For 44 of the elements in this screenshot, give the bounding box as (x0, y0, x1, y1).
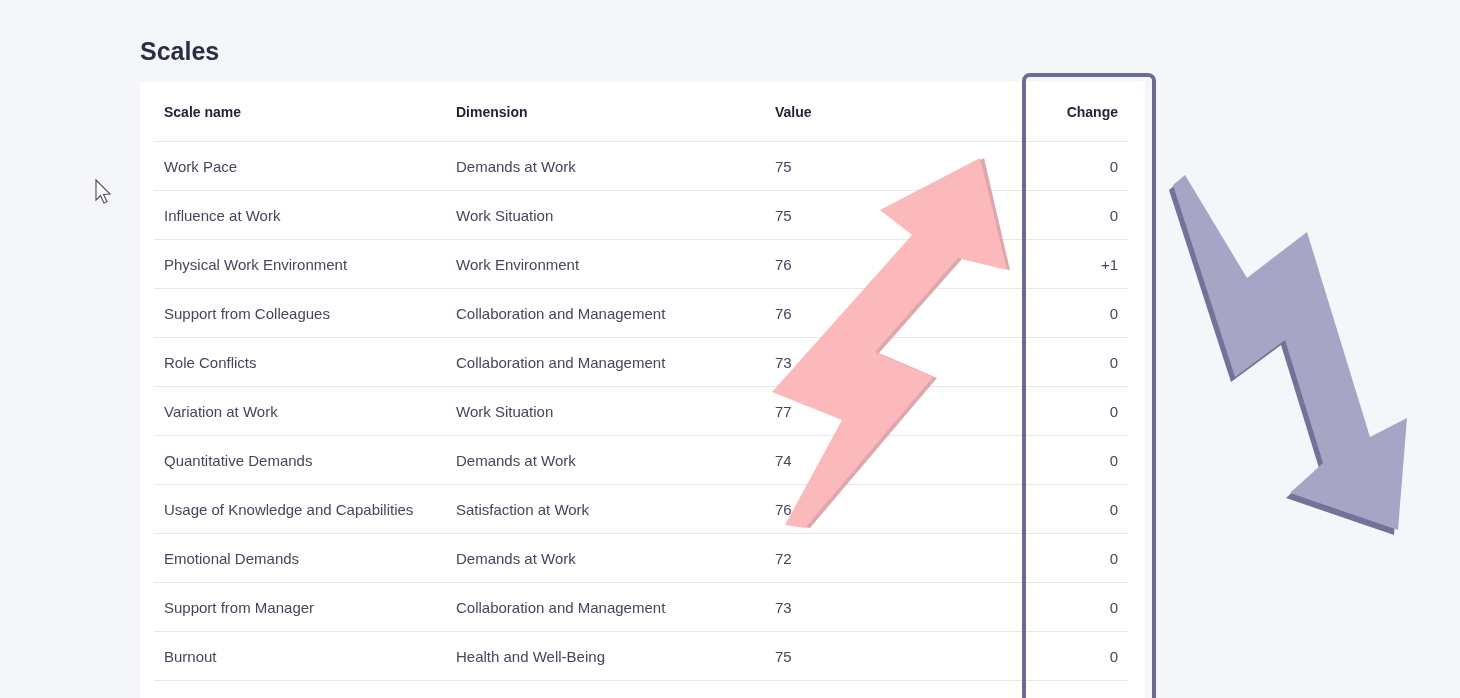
mouse-pointer-icon (95, 178, 112, 204)
page-title: Scales (140, 36, 221, 67)
column-header: Dimension (446, 82, 765, 142)
column-header: Value (765, 82, 1022, 142)
table-cell: 73 (765, 583, 1022, 632)
table-cell: Collaboration and Management (446, 338, 765, 387)
table-cell: 0 (1022, 632, 1128, 681)
table-cell: 0 (1022, 338, 1128, 387)
table-cell: Variation at Work (154, 387, 446, 436)
column-header: Scale name (154, 82, 446, 142)
table-cell: Work Situation (446, 387, 765, 436)
table-cell: Demands at Work (446, 436, 765, 485)
table-cell: Satisfaction at Work (446, 485, 765, 534)
table-cell: 75 (765, 632, 1022, 681)
table-cell: 0 (1022, 289, 1128, 338)
table-cell: Collaboration and Management (446, 583, 765, 632)
table-cell: 0 (1022, 387, 1128, 436)
table-cell: Quantitative Demands (154, 436, 446, 485)
table-cell: Work Environment (446, 240, 765, 289)
zigzag-up-arrow-icon (772, 158, 1010, 528)
table-cell: Physical Work Environment (154, 240, 446, 289)
table-cell: 0 (1022, 534, 1128, 583)
table-cell: 0 (1022, 436, 1128, 485)
table-cell: Influence at Work (154, 191, 446, 240)
column-header: Change (1022, 82, 1128, 142)
table-cell: Usage of Knowledge and Capabilities (154, 485, 446, 534)
table-cell: Burnout (154, 632, 446, 681)
table-cell: Support from Colleagues (154, 289, 446, 338)
table-cell: 0 (1022, 583, 1128, 632)
table-cell: Work Situation (446, 191, 765, 240)
table-cell: Support from Manager (154, 583, 446, 632)
table-cell: Health and Well-Being (446, 632, 765, 681)
table-cell: Demands at Work (446, 142, 765, 191)
zigzag-down-arrow-icon (1169, 175, 1407, 535)
table-cell: Role Conflicts (154, 338, 446, 387)
table-cell: +1 (1022, 240, 1128, 289)
table-cell: 72 (765, 534, 1022, 583)
table-cell: 0 (1022, 142, 1128, 191)
table-cell: Collaboration and Management (446, 289, 765, 338)
table-cell: Work Pace (154, 142, 446, 191)
table-cell: Emotional Demands (154, 534, 446, 583)
table-cell: 0 (1022, 485, 1128, 534)
table-cell: Demands at Work (446, 534, 765, 583)
table-cell: 0 (1022, 191, 1128, 240)
